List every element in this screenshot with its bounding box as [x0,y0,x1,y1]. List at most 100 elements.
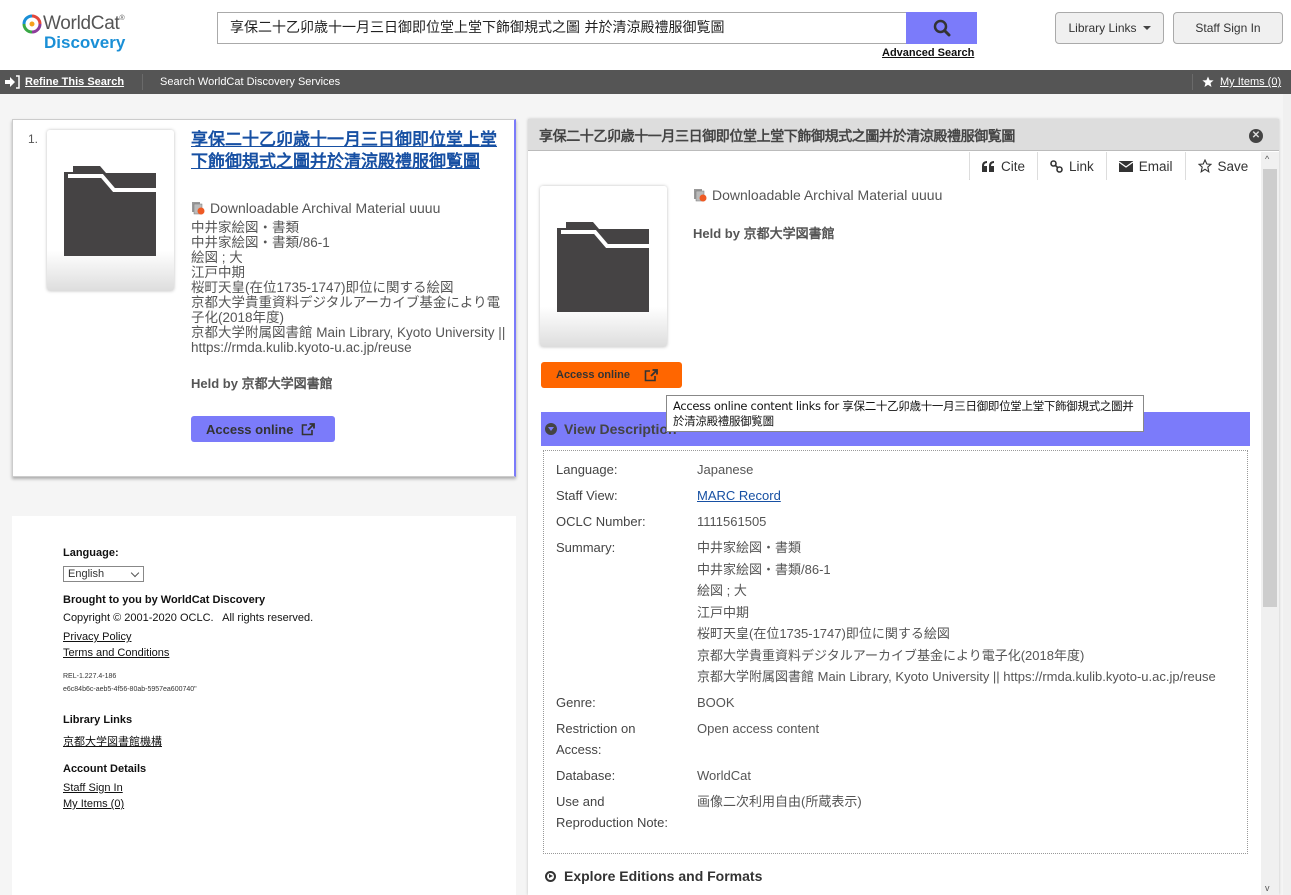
language-select[interactable]: English [63,566,144,582]
my-items-link[interactable]: My Items (0) [1220,76,1281,88]
detail-thumbnail [540,186,667,347]
explore-label: Explore Editions and Formats [564,868,763,884]
release-version: REL-1.227.4-186 [63,673,117,680]
expand-circle-icon [545,870,556,882]
result-summary: 中井家絵図・書類 中井家絵図・書類/86-1 絵図 ; 大 江戸中期 桜町天皇(… [191,220,511,355]
field-label: Language: [556,462,618,477]
cite-label: Cite [1001,158,1026,174]
quote-icon [982,160,994,172]
star-icon [1202,76,1214,87]
library-links-label: Library Links [1068,21,1137,35]
folder-icon [64,166,156,256]
detail-held-by: Held by 京都大学図書館 [693,226,835,241]
summary-line: 絵図 ; 大 [191,250,243,265]
folder-icon [557,222,649,312]
archival-material-icon [694,189,707,202]
format-label: Downloadable Archival Material uuuu [210,200,441,216]
scroll-up-icon[interactable]: ^ [1265,154,1273,164]
field-value: Japanese [697,462,754,477]
view-description-label: View Description [564,421,677,437]
summary-line: 絵図 ; 大 [697,583,747,598]
sign-in-arrow-icon [5,75,20,89]
brought-by: Brought to you by WorldCat Discovery [63,594,266,606]
cite-button[interactable]: Cite [970,152,1039,180]
divider [1192,74,1193,90]
summary-line: 京都大学貴重資料デジタルアーカイブ基金により電子化(2018年度) [191,295,501,325]
copyright: Copyright © 2001-2020 OCLC. All rights r… [63,612,314,624]
explore-editions-toggle[interactable]: Explore Editions and Formats [545,868,762,884]
library-link[interactable]: 京都大学図書館機構 [63,733,162,749]
email-label: Email [1138,158,1173,174]
summary-line: 中井家絵図・書類 [191,220,299,235]
marc-record-link[interactable]: MARC Record [697,485,1237,507]
access-online-label: Access online [556,369,630,381]
advanced-search-link[interactable]: Advanced Search [882,47,974,59]
save-button[interactable]: Save [1185,152,1261,180]
summary-line: 江戸中期 [191,265,245,280]
header: WorldCat® Discovery 享保二十乙卯歳十一月三日御即位堂上堂下飾… [0,0,1291,70]
search-services-link[interactable]: Search WorldCat Discovery Services [160,76,340,88]
field-value: 1111561505 [697,514,767,529]
field-value: WorldCat [697,768,751,783]
email-button[interactable]: Email [1106,152,1186,180]
detail-access-online-button[interactable]: Access online [541,362,682,388]
detail-format-line: Downloadable Archival Material uuuu [693,187,942,203]
language-selected: English [68,568,105,580]
collapse-circle-icon [545,423,557,435]
format-line: Downloadable Archival Material uuuu [191,200,440,216]
detail-header: 享保二十乙卯歳十一月三日御即位堂上堂下飾御規式之圖并於清涼殿禮服御覧圖 ✕ [528,119,1279,151]
chevron-down-icon [130,568,140,578]
account-details-heading: Account Details [63,763,147,775]
field-label: Staff View: [556,488,618,503]
save-label: Save [1217,158,1249,174]
privacy-policy-link[interactable]: Privacy Policy [63,631,131,643]
held-by: Held by 京都大学図書館 [191,376,333,391]
scroll-down-icon[interactable]: v [1265,883,1270,893]
access-online-button[interactable]: Access online [191,416,335,442]
logo-word: WorldCat® [43,13,125,34]
access-online-label: Access online [206,421,294,437]
staff-sign-in-button[interactable]: Staff Sign In [1173,12,1283,44]
summary-line: 中井家絵図・書類/86-1 [697,561,831,577]
field-value: 画像二次利用自由(所蔵表示) [697,794,862,809]
record-detail-panel: 享保二十乙卯歳十一月三日御即位堂上堂下飾御規式之圖并於清涼殿禮服御覧圖 ✕ Ci… [528,119,1279,895]
navbar: Refine This Search Search WorldCat Disco… [0,70,1291,94]
description-box: Language: Japanese Staff View: MARC Reco… [543,450,1248,854]
library-links-dropdown[interactable]: Library Links [1055,12,1164,44]
caret-down-icon [1142,26,1151,30]
build-id: e6c84b6c-aeb5-4f56-80ab-5957ea600740" [63,686,197,693]
result-title-link[interactable]: 享保二十乙卯歳十一月三日御即位堂上堂下飾御規式之圖并於清涼殿禮服御覧圖 [191,129,501,173]
refine-search-link[interactable]: Refine This Search [25,76,124,88]
divider [142,74,143,90]
external-link-icon [644,368,658,381]
field-value: Open access content [697,721,820,736]
page-scrollbar[interactable] [1283,94,1291,895]
envelope-icon [1118,160,1133,172]
detail-title: 享保二十乙卯歳十一月三日御即位堂上堂下飾御規式之圖并於清涼殿禮服御覧圖 [539,129,1015,145]
field-label: Restriction on Access: [556,721,636,757]
result-thumbnail[interactable] [47,130,174,291]
worldcat-logo-icon [22,14,42,34]
search-button[interactable] [906,12,977,44]
external-link-icon [302,422,316,435]
field-label: Use and Reproduction Note: [556,794,669,830]
search-result-card[interactable]: 1. 享保二十乙卯歳十一月三日御即位堂上堂下飾御規式之圖并於清涼殿禮服御覧圖 D… [12,119,516,477]
terms-link[interactable]: Terms and Conditions [63,647,169,659]
worldcat-discovery-logo[interactable]: WorldCat® Discovery [22,13,132,53]
summary-line: 江戸中期 [697,604,750,620]
search-input[interactable]: 享保二十乙卯歳十一月三日御即位堂上堂下飾御規式之圖 并於清涼殿禮服御覧圖 [217,12,907,44]
record-toolbar: Cite Link Email Save [969,152,1261,180]
link-button[interactable]: Link [1038,152,1107,180]
footer-my-items-link[interactable]: My Items (0) [63,798,124,810]
detail-scrollbar[interactable]: ^ v [1261,152,1279,895]
field-label: Genre: [556,695,596,710]
field-value: BOOK [697,695,735,710]
scroll-thumb[interactable] [1263,169,1277,607]
link-label: Link [1069,158,1094,174]
summary-line: 京都大学附属図書館 Main Library, Kyoto University… [697,669,1216,684]
link-icon [1050,159,1063,173]
close-icon[interactable]: ✕ [1249,129,1263,143]
language-label: Language: [63,547,119,559]
star-icon [1197,159,1212,173]
footer-staff-sign-in-link[interactable]: Staff Sign In [63,782,123,794]
